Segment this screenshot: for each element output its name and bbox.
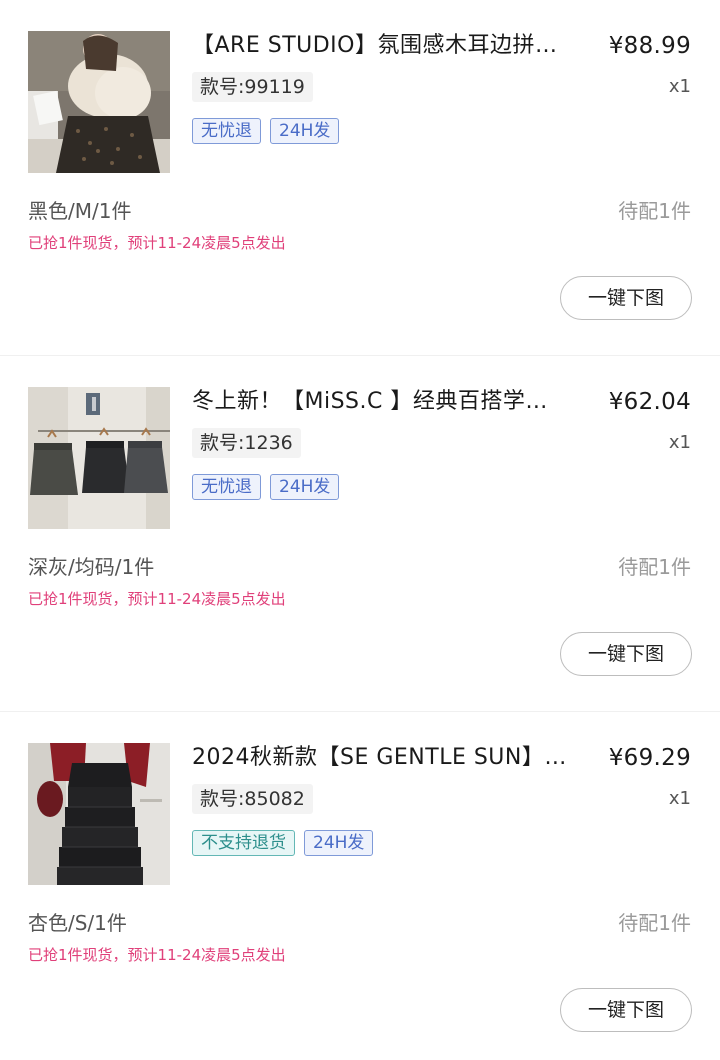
product-thumbnail-sweater[interactable]: [28, 31, 170, 173]
product-price: ¥62.04: [608, 389, 691, 415]
service-tags: 不支持退货 24H发: [192, 830, 374, 856]
tag-worry-free-return: 无忧退: [192, 118, 261, 144]
download-images-button[interactable]: 一键下图: [560, 632, 692, 676]
stock-note: 已抢1件现货，预计11-24凌晨5点发出: [28, 234, 286, 252]
product-title[interactable]: 冬上新！【MiSS.C 】经典百搭学…: [192, 388, 587, 416]
product-title[interactable]: 【ARE STUDIO】氛围感木耳边拼…: [192, 32, 587, 60]
stock-note: 已抢1件现货，预计11-24凌晨5点发出: [28, 590, 286, 608]
service-tags: 无忧退 24H发: [192, 118, 340, 144]
product-price: ¥88.99: [608, 33, 691, 59]
stock-note: 已抢1件现货，预计11-24凌晨5点发出: [28, 946, 286, 964]
spec-summary: 杏色/S/1件: [28, 911, 127, 935]
spec-summary: 黑色/M/1件: [28, 199, 132, 223]
order-item-card[interactable]: 冬上新！【MiSS.C 】经典百搭学… ¥62.04 x1 款号:1236 无忧…: [0, 356, 720, 711]
sku-code: 款号:1236: [192, 428, 301, 458]
product-title[interactable]: 2024秋新款【SE GENTLE SUN】…: [192, 744, 587, 772]
spec-summary: 深灰/均码/1件: [28, 555, 155, 579]
tag-24h-ship: 24H发: [270, 118, 340, 144]
allocation-status: 待配1件: [618, 911, 691, 935]
product-photo: [28, 31, 170, 173]
tag-24h-ship: 24H发: [304, 830, 374, 856]
product-price: ¥69.29: [608, 745, 691, 771]
product-thumbnail-skirts[interactable]: [28, 387, 170, 529]
quantity-label: x1: [668, 788, 691, 809]
sku-code: 款号:85082: [192, 784, 313, 814]
product-thumbnail-tiered-skirt[interactable]: [28, 743, 170, 885]
download-images-button[interactable]: 一键下图: [560, 988, 692, 1032]
tag-24h-ship: 24H发: [270, 474, 340, 500]
service-tags: 无忧退 24H发: [192, 474, 340, 500]
quantity-label: x1: [668, 76, 691, 97]
tag-worry-free-return: 无忧退: [192, 474, 261, 500]
sku-code: 款号:99119: [192, 72, 313, 102]
allocation-status: 待配1件: [618, 199, 691, 223]
tag-no-return: 不支持退货: [192, 830, 295, 856]
product-photo: [28, 743, 170, 885]
quantity-label: x1: [668, 432, 691, 453]
allocation-status: 待配1件: [618, 555, 691, 579]
order-item-list: 【ARE STUDIO】氛围感木耳边拼… ¥88.99 x1 款号:99119 …: [0, 0, 720, 1060]
order-item-card[interactable]: 【ARE STUDIO】氛围感木耳边拼… ¥88.99 x1 款号:99119 …: [0, 0, 720, 355]
product-photo: [28, 387, 170, 529]
download-images-button[interactable]: 一键下图: [560, 276, 692, 320]
order-item-card[interactable]: 2024秋新款【SE GENTLE SUN】… ¥69.29 x1 款号:850…: [0, 712, 720, 1060]
